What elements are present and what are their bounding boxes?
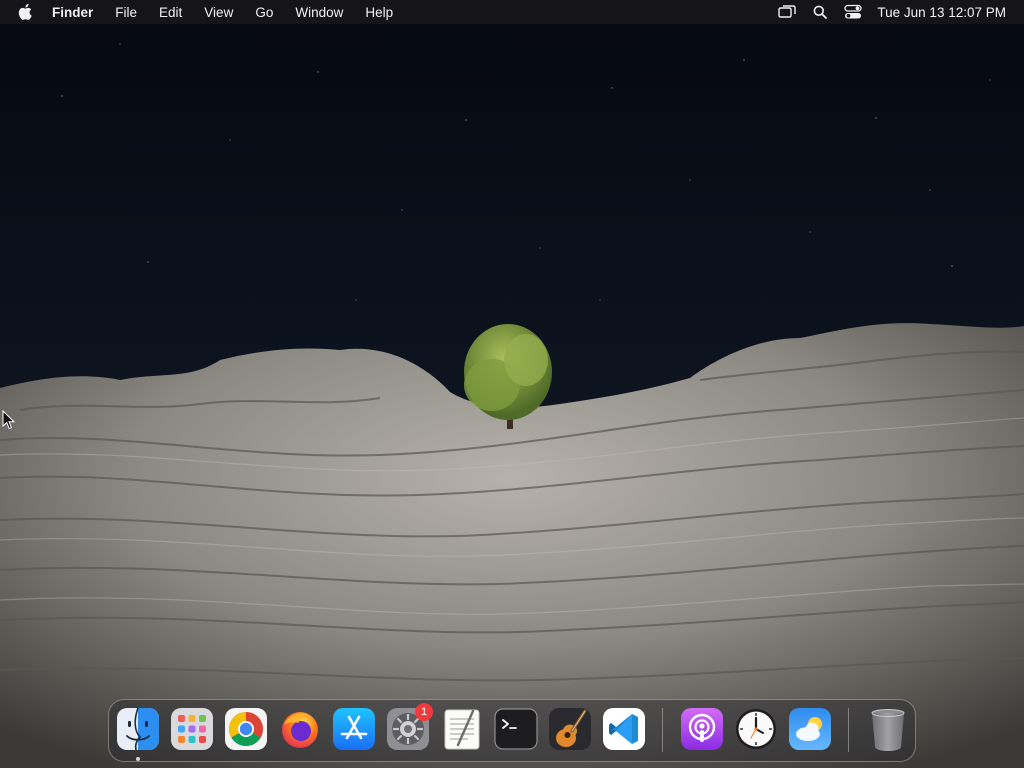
dock-item-clock[interactable] bbox=[734, 707, 778, 751]
dock-item-trash[interactable] bbox=[866, 707, 910, 751]
menu-bar-clock[interactable]: Tue Jun 13 12:07 PM bbox=[877, 5, 1006, 20]
clock-icon bbox=[736, 709, 776, 749]
dock-item-terminal[interactable] bbox=[494, 707, 538, 751]
dock-separator bbox=[662, 708, 663, 752]
dock-item-firefox[interactable] bbox=[278, 707, 322, 751]
mouse-cursor-icon bbox=[2, 410, 16, 430]
menu-edit[interactable]: Edit bbox=[159, 5, 182, 20]
firefox-icon bbox=[282, 712, 318, 748]
podcasts-icon bbox=[681, 708, 723, 750]
dock-item-chrome[interactable] bbox=[224, 707, 268, 751]
dock: 1 bbox=[108, 699, 916, 762]
dock-item-system-settings[interactable]: 1 bbox=[386, 703, 433, 751]
finder-icon bbox=[117, 707, 159, 751]
textedit-icon bbox=[444, 709, 480, 750]
running-indicator bbox=[136, 757, 140, 761]
launchpad-icon bbox=[171, 708, 213, 750]
spotlight-search-icon[interactable] bbox=[810, 3, 830, 21]
weather-icon bbox=[789, 708, 831, 750]
dock-item-launchpad[interactable] bbox=[170, 707, 214, 751]
dock-item-finder[interactable] bbox=[116, 707, 160, 761]
terminal-icon bbox=[494, 708, 538, 750]
apple-menu-icon[interactable] bbox=[18, 3, 34, 21]
dock-item-weather[interactable] bbox=[788, 707, 832, 751]
menu-help[interactable]: Help bbox=[365, 5, 393, 20]
dock-item-app-store[interactable] bbox=[332, 707, 376, 751]
chrome-icon bbox=[225, 708, 267, 750]
dock-item-podcasts[interactable] bbox=[680, 707, 724, 751]
menu-app-name[interactable]: Finder bbox=[52, 5, 93, 20]
menu-view[interactable]: View bbox=[204, 5, 233, 20]
dock-item-vscode[interactable] bbox=[602, 707, 646, 751]
menu-file[interactable]: File bbox=[115, 5, 137, 20]
app-store-icon bbox=[333, 708, 375, 750]
menu-bar: Finder File Edit View Go Window Help Tue… bbox=[0, 0, 1024, 24]
wallpaper bbox=[0, 0, 1024, 768]
garageband-icon bbox=[549, 708, 591, 750]
control-center-icon[interactable] bbox=[843, 3, 863, 21]
desktop: Finder File Edit View Go Window Help Tue… bbox=[0, 0, 1024, 768]
dock-item-textedit[interactable] bbox=[440, 707, 484, 751]
dock-separator bbox=[848, 708, 849, 752]
menu-go[interactable]: Go bbox=[255, 5, 273, 20]
trash-icon bbox=[871, 709, 905, 751]
screen-mirroring-icon[interactable] bbox=[777, 3, 797, 21]
menu-window[interactable]: Window bbox=[295, 5, 343, 20]
vscode-icon bbox=[603, 708, 645, 750]
notification-badge: 1 bbox=[415, 703, 433, 721]
dock-item-garageband[interactable] bbox=[548, 707, 592, 751]
